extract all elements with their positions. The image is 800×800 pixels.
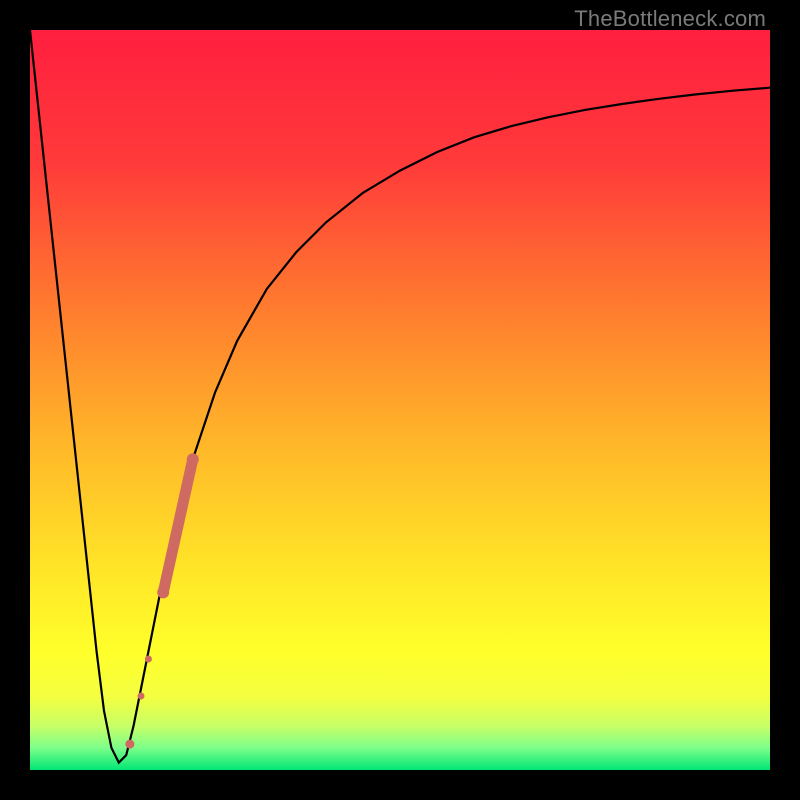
bottleneck-curve xyxy=(30,30,770,763)
watermark-text: TheBottleneck.com xyxy=(574,6,766,32)
highlight-dot xyxy=(145,656,152,663)
highlight-dot xyxy=(157,586,169,598)
chart-frame: TheBottleneck.com xyxy=(0,0,800,800)
highlight-dot xyxy=(125,740,134,749)
plot-area xyxy=(30,30,770,770)
highlight-segment xyxy=(163,459,193,592)
highlight-dot xyxy=(138,693,145,700)
highlight-dot xyxy=(187,453,199,465)
curve-layer xyxy=(30,30,770,770)
